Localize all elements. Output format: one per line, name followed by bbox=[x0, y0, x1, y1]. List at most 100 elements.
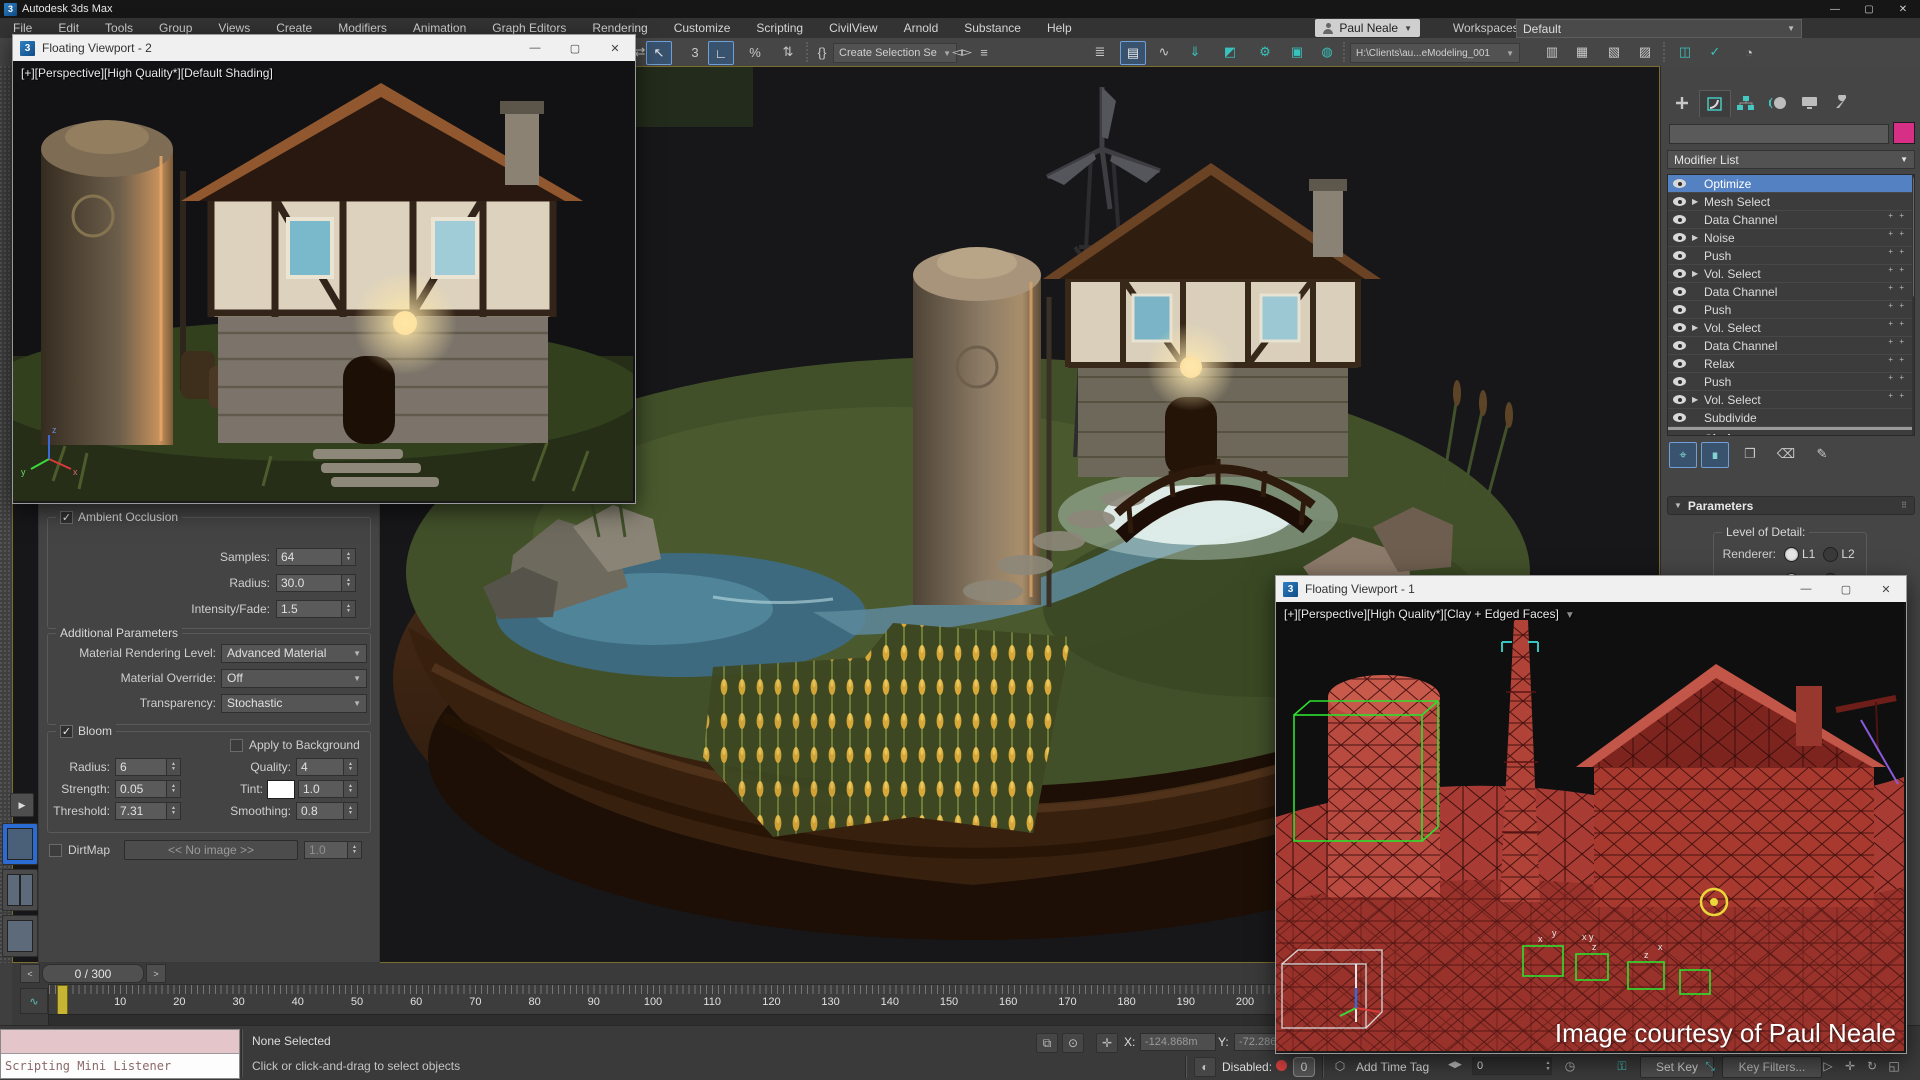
frame-counter[interactable]: 0 / 300 bbox=[42, 964, 144, 983]
scene-script-4-icon[interactable]: ▨ bbox=[1633, 41, 1657, 63]
workspace-dropdown[interactable]: Default ▼ bbox=[1516, 19, 1802, 38]
menu-help[interactable]: Help bbox=[1034, 18, 1085, 38]
visibility-eye-icon[interactable] bbox=[1673, 179, 1686, 188]
maxscript-mini-listener[interactable]: Scripting Mini Listener bbox=[0, 1029, 240, 1079]
apply-to-background-checkbox[interactable] bbox=[230, 739, 243, 752]
scene-explorer-icon[interactable]: ▤ bbox=[1120, 41, 1146, 65]
listener-script-pane[interactable]: Scripting Mini Listener bbox=[1, 1054, 239, 1078]
render-production-icon[interactable]: ◍ bbox=[1315, 41, 1339, 63]
zero-frame-button[interactable]: 0 bbox=[1293, 1057, 1315, 1077]
create-selection-set-dropdown[interactable]: Create Selection Se▼ bbox=[833, 43, 957, 63]
expand-arrow-icon[interactable]: ▶ bbox=[1692, 323, 1704, 332]
tab-create[interactable] bbox=[1667, 90, 1697, 116]
visibility-eye-icon[interactable] bbox=[1673, 377, 1686, 386]
named-selection-sets-icon[interactable]: {} bbox=[810, 41, 834, 63]
mini-curve-editor-button[interactable]: ∿ bbox=[20, 988, 48, 1014]
viewport-2-label[interactable]: [+][Perspective][High Quality*][Default … bbox=[21, 66, 273, 80]
tab-hierarchy[interactable] bbox=[1731, 90, 1761, 116]
scene-script-1-icon[interactable]: ▥ bbox=[1540, 41, 1564, 63]
menu-substance[interactable]: Substance bbox=[951, 18, 1034, 38]
spinner-arrows-icon[interactable]: ▲▼ bbox=[341, 575, 355, 591]
maximize-icon[interactable]: ▢ bbox=[1826, 576, 1866, 602]
tab-display[interactable] bbox=[1795, 90, 1825, 116]
curve-editor-icon[interactable]: ∿ bbox=[1152, 41, 1176, 63]
bloom-strength-field[interactable]: 0.05▲▼ bbox=[115, 780, 181, 798]
expand-arrow-icon[interactable]: ▶ bbox=[1692, 197, 1704, 206]
key-mode-toggle-icon[interactable]: ⤡ bbox=[1700, 1057, 1720, 1075]
tab-utilities[interactable] bbox=[1827, 90, 1857, 116]
spinner-arrows-icon[interactable]: ▲▼ bbox=[341, 549, 355, 565]
remove-modifier-icon[interactable]: ⌫ bbox=[1773, 442, 1799, 466]
time-configuration-icon[interactable]: ◷ bbox=[1560, 1057, 1580, 1075]
expand-arrow-icon[interactable]: ▶ bbox=[1692, 233, 1704, 242]
radius-field[interactable]: 30.0▲▼ bbox=[276, 574, 356, 592]
ambient-occlusion-checkbox[interactable]: ✓ bbox=[60, 511, 73, 524]
next-frame-button[interactable]: > bbox=[146, 964, 166, 983]
floating-viewport-1-titlebar[interactable]: 3 Floating Viewport - 1 — ▢ ✕ bbox=[1276, 576, 1906, 602]
visibility-eye-icon[interactable] bbox=[1673, 323, 1686, 332]
minimize-icon[interactable]: — bbox=[1786, 576, 1826, 602]
isolate-selection-icon[interactable]: ⧉ bbox=[1036, 1033, 1058, 1053]
modifier-list-dropdown[interactable]: Modifier List ▼ bbox=[1667, 150, 1915, 169]
tab-modify[interactable] bbox=[1699, 90, 1731, 117]
zoom-mode-icon[interactable]: ▷ bbox=[1818, 1057, 1838, 1075]
material-rendering-level-dropdown[interactable]: Advanced Material▼ bbox=[221, 644, 367, 663]
viewport-layout-tab-2[interactable] bbox=[2, 869, 38, 911]
validate-icon[interactable]: ✓ bbox=[1703, 41, 1727, 63]
absolute-mode-icon[interactable]: ✛ bbox=[1096, 1033, 1118, 1053]
modifier-stack-item-vol-select[interactable]: ▶Vol. Select+ + bbox=[1668, 391, 1914, 409]
bloom-radius-field[interactable]: 6▲▼ bbox=[115, 758, 181, 776]
spinner-arrows-icon[interactable]: ▲▼ bbox=[341, 601, 355, 617]
make-unique-icon[interactable]: ❐ bbox=[1737, 442, 1763, 466]
arc-rotate-icon[interactable]: ◔ bbox=[1737, 41, 1761, 63]
save-scene-icon[interactable]: ◫ bbox=[1673, 41, 1697, 63]
object-color-swatch[interactable] bbox=[1893, 122, 1915, 144]
visibility-eye-icon[interactable] bbox=[1673, 341, 1686, 350]
project-folder-dropdown[interactable]: H:\Clients\au...eModeling_001▼ bbox=[1350, 43, 1520, 63]
modifier-stack-item-mesh-select[interactable]: ▶Mesh Select bbox=[1668, 193, 1914, 211]
frame-step-arrows-icon[interactable]: ◀▶ bbox=[1448, 1059, 1462, 1070]
expand-arrow-icon[interactable]: ▶ bbox=[1692, 395, 1704, 404]
listener-macro-pane[interactable] bbox=[1, 1030, 239, 1054]
modifier-stack-item-optimize[interactable]: Optimize bbox=[1668, 175, 1914, 193]
configure-modifier-sets-icon[interactable]: ✎ bbox=[1809, 442, 1835, 466]
dirtmap-image-button[interactable]: << No image >> bbox=[124, 840, 298, 860]
window-minimize-button[interactable]: — bbox=[1818, 0, 1852, 18]
layer-explorer-icon[interactable]: ≣ bbox=[1088, 41, 1112, 63]
close-icon[interactable]: ✕ bbox=[1866, 576, 1906, 602]
modifier-stack-item-vol-select[interactable]: ▶Vol. Select+ + bbox=[1668, 265, 1914, 283]
menu-civilview[interactable]: CivilView bbox=[816, 18, 890, 38]
visibility-eye-icon[interactable] bbox=[1673, 251, 1686, 260]
orbit-icon[interactable]: ↻ bbox=[1862, 1057, 1882, 1075]
visibility-eye-icon[interactable] bbox=[1673, 287, 1686, 296]
time-slider-playhead[interactable] bbox=[57, 985, 68, 1017]
frame-spinner-icon[interactable]: ▲▼ bbox=[1543, 1057, 1553, 1075]
modifier-stack-item-subdivide[interactable]: Subdivide bbox=[1668, 409, 1914, 427]
minimize-icon[interactable]: — bbox=[515, 35, 555, 61]
time-slider-ruler[interactable]: 0102030405060708090100110120130140150160… bbox=[48, 984, 1294, 1016]
viewport-layout-tab-3[interactable] bbox=[2, 915, 38, 957]
set-keys-key-icon[interactable]: ⚿ bbox=[1612, 1057, 1632, 1075]
snaps-toggle-icon[interactable]: 3 bbox=[683, 41, 707, 63]
close-icon[interactable]: ✕ bbox=[595, 35, 635, 61]
renderer-l2-radio[interactable] bbox=[1823, 547, 1838, 562]
animation-mode-shield-icon[interactable]: ◐ bbox=[1194, 1057, 1216, 1077]
bloom-smoothing-field[interactable]: 0.8▲▼ bbox=[296, 802, 358, 820]
filter-funnel-icon[interactable]: ▼ bbox=[1559, 610, 1575, 621]
percent-snap-icon[interactable]: % bbox=[743, 41, 767, 63]
modifier-stack-item-data-channel[interactable]: Data Channel+ + bbox=[1668, 211, 1914, 229]
pan-hand-icon[interactable]: ✛ bbox=[1840, 1057, 1860, 1075]
window-close-button[interactable]: ✕ bbox=[1886, 0, 1920, 18]
bloom-quality-field[interactable]: 4▲▼ bbox=[296, 758, 358, 776]
modifier-stack-scrollbar[interactable] bbox=[1912, 175, 1915, 435]
modifier-stack-item-push[interactable]: Push+ + bbox=[1668, 373, 1914, 391]
material-override-dropdown[interactable]: Off▼ bbox=[221, 669, 367, 688]
visibility-eye-icon[interactable] bbox=[1673, 269, 1686, 278]
menu-arnold[interactable]: Arnold bbox=[891, 18, 952, 38]
bloom-tint-swatch[interactable] bbox=[267, 780, 295, 799]
floating-viewport-2-canvas[interactable]: [+][Perspective][High Quality*][Default … bbox=[13, 61, 635, 501]
visibility-eye-icon[interactable] bbox=[1673, 305, 1686, 314]
modifier-stack-item-push[interactable]: Push+ + bbox=[1668, 247, 1914, 265]
viewport-layout-tab-1[interactable] bbox=[2, 823, 38, 865]
scene-script-2-icon[interactable]: ▦ bbox=[1570, 41, 1594, 63]
